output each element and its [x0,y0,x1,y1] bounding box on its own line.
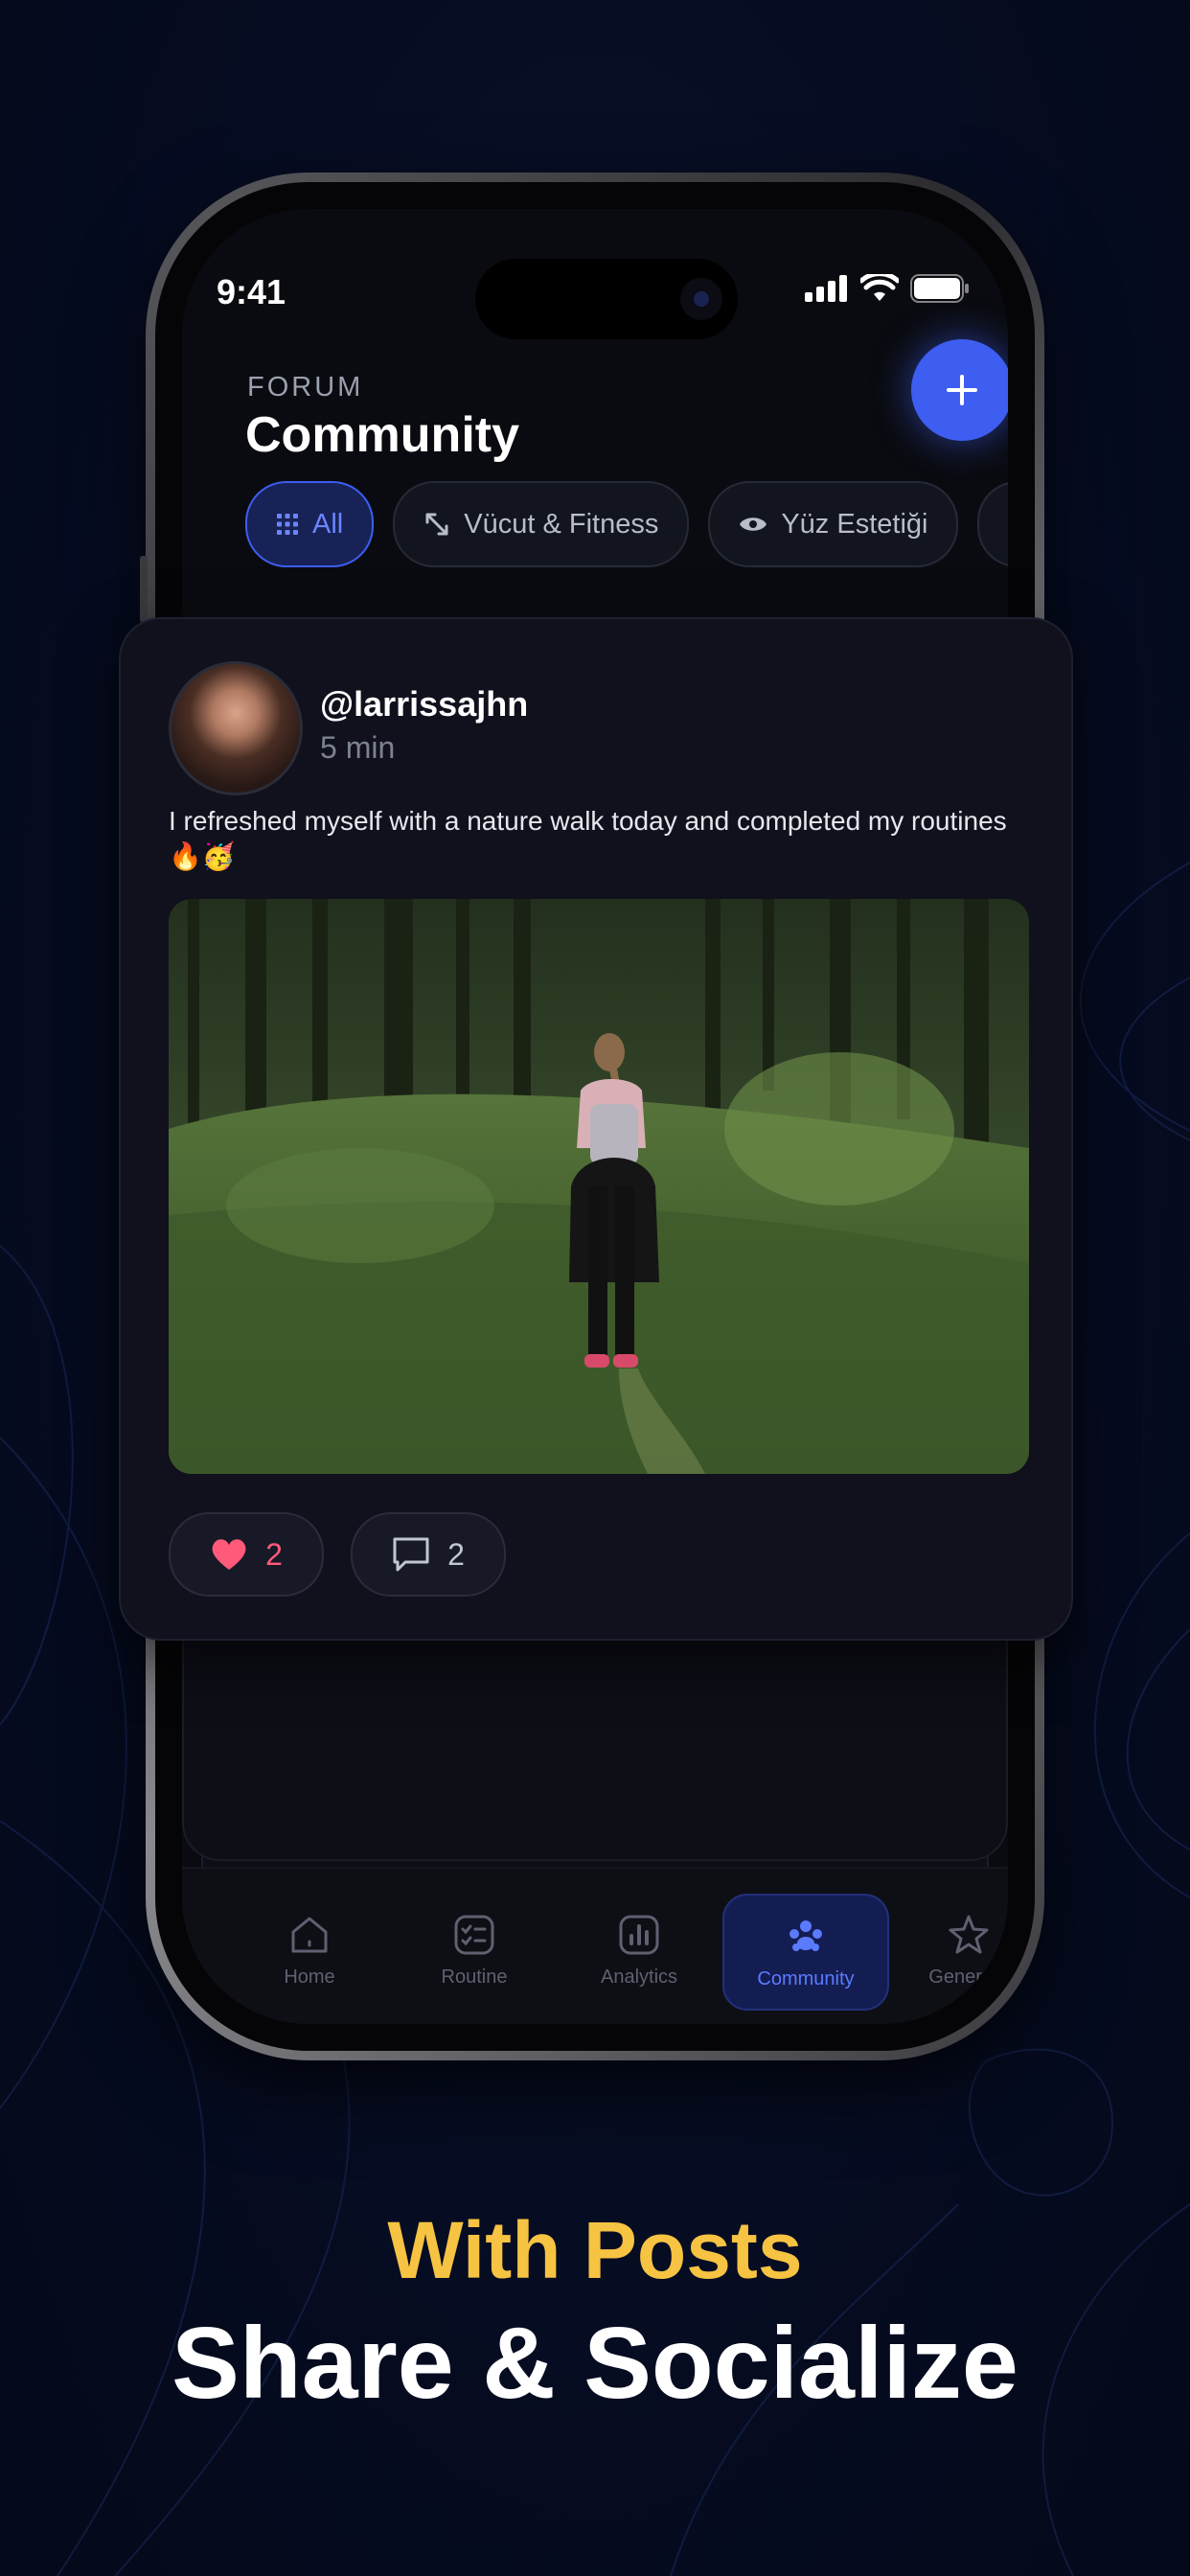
tab-label: Community [757,1967,855,1990]
post-card-stack [182,1608,1008,1861]
filter-chip-label: Vücut & Fitness [464,508,659,540]
analytics-icon [619,1915,659,1954]
grid-icon [277,514,298,535]
section-label: FORUM [247,372,364,402]
post-time: 5 min [320,730,396,765]
signal-icon [805,275,847,302]
comment-button[interactable]: 2 [351,1512,506,1597]
tab-bar: Home Routine Analytics Community Generat… [182,1867,1008,2024]
tab-label: Routine [441,1966,508,1988]
post-card[interactable]: @larrissajhn 5 min I refreshed myself wi… [119,617,1073,1641]
tab-generate[interactable]: Generate [887,1894,1008,2007]
avatar[interactable] [169,661,303,795]
post-text: I refreshed myself with a nature walk to… [169,806,1007,871]
forest-walk-photo [169,899,1029,1474]
filter-chip-fitness[interactable]: Vücut & Fitness [393,481,690,567]
post-username[interactable]: @larrissajhn [320,684,528,724]
like-count: 2 [265,1536,283,1572]
tab-label: Generate [928,1966,1008,1988]
battery-icon [910,274,969,303]
tab-analytics[interactable]: Analytics [558,1894,721,2007]
community-icon [790,1920,822,1951]
status-time: 9:41 [217,272,286,311]
filter-chip-label: All [312,508,344,540]
filter-chip-all[interactable]: All [245,481,375,567]
filter-chip-label: Yüz Estetiği [781,508,928,540]
home-icon [291,1917,328,1952]
filter-chips: All Vücut & Fitness Yüz Estetiği [245,481,1008,567]
filter-chip-more[interactable] [977,481,1008,567]
side-button [140,556,148,623]
comment-count: 2 [447,1536,465,1572]
tab-home[interactable]: Home [228,1894,391,2007]
like-button[interactable]: 2 [169,1512,324,1597]
post-photo[interactable] [169,899,1029,1474]
tab-label: Home [284,1966,335,1988]
comment-icon [393,1537,429,1572]
tab-label: Analytics [600,1966,678,1988]
new-post-button[interactable] [911,339,1008,441]
dynamic-island [475,259,738,339]
headline-title: Share & Socialize [172,2307,1018,2420]
wifi-icon [860,274,899,301]
eye-icon [740,518,767,531]
headline-subtitle: With Posts [387,2205,803,2295]
heart-icon [212,1539,246,1570]
filter-chip-face[interactable]: Yüz Estetiği [708,481,959,567]
status-icons [805,274,970,303]
page-title: Community [245,407,519,463]
tab-routine[interactable]: Routine [393,1894,556,2007]
tab-community[interactable]: Community [722,1894,889,2011]
sparkle-icon [949,1915,989,1953]
plus-icon [947,375,977,405]
checklist-icon [454,1915,494,1954]
resize-arrows-icon [425,513,448,536]
